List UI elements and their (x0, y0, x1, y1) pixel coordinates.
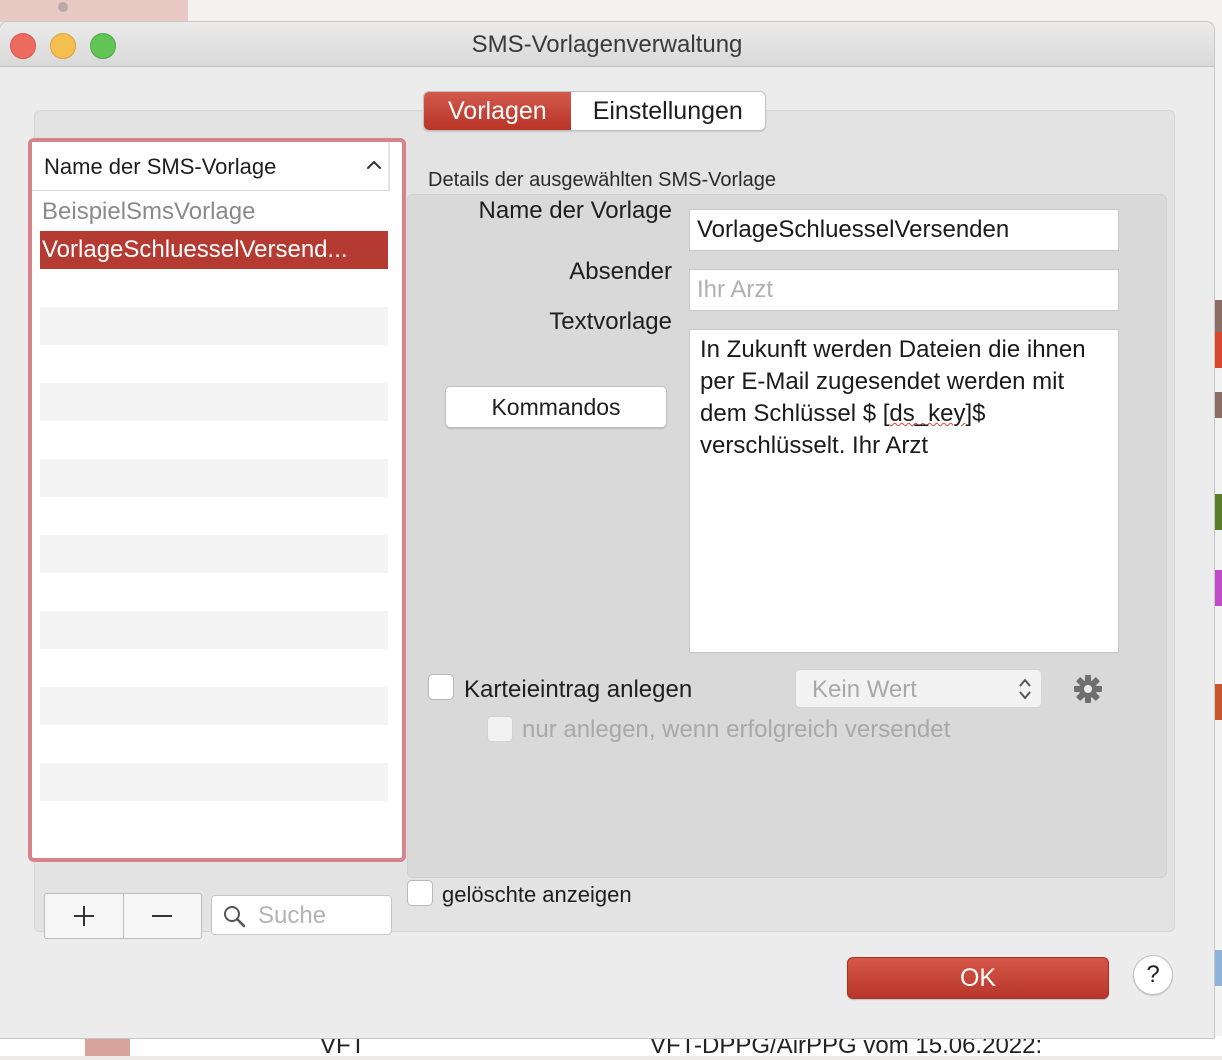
list-item[interactable]: BeispielSmsVorlage (40, 193, 388, 231)
minus-icon (152, 915, 173, 917)
empty-row (40, 725, 388, 763)
add-template-button[interactable] (45, 894, 123, 938)
plus-icon (73, 906, 94, 926)
empty-row (40, 573, 388, 611)
karteieintrag-checkbox[interactable] (428, 674, 454, 700)
tab-einstellungen[interactable]: Einstellungen (571, 92, 765, 130)
background-stripe (1214, 300, 1222, 332)
title-bar[interactable]: SMS-Vorlagenverwaltung (0, 22, 1214, 67)
background-app-bottom-chip (85, 1036, 130, 1056)
empty-row (40, 307, 388, 345)
text-template-label: Textvorlage (549, 308, 672, 335)
background-app-right-edge (1214, 22, 1222, 1056)
background-stripe (1214, 494, 1222, 530)
ok-button[interactable]: OK (847, 957, 1109, 999)
tab-vorlagen[interactable]: Vorlagen (424, 92, 571, 130)
background-stripe (1214, 392, 1222, 418)
empty-row (40, 497, 388, 535)
entry-type-select[interactable]: Kein Wert (795, 669, 1042, 708)
empty-row (40, 345, 388, 383)
empty-row (40, 687, 388, 725)
empty-row (40, 801, 388, 839)
empty-row (40, 269, 388, 307)
background-stripe (1214, 570, 1222, 606)
select-value: Kein Wert (812, 676, 917, 703)
up-down-arrows-icon (1019, 679, 1031, 699)
list-column-header[interactable]: Name der SMS-Vorlage (32, 142, 390, 191)
commands-button[interactable]: Kommandos (445, 386, 667, 428)
name-label: Name der Vorlage (478, 197, 672, 224)
remove-template-button[interactable] (122, 894, 202, 938)
search-input[interactable]: Suche (211, 895, 392, 935)
tab-control: Vorlagen Einstellungen (423, 91, 766, 131)
empty-row (40, 611, 388, 649)
background-app-chip (0, 0, 188, 22)
empty-row (40, 383, 388, 421)
template-name-field[interactable]: VorlageSchluesselVersenden (689, 209, 1119, 251)
details-caption: Details der ausgewählten SMS-Vorlage (428, 169, 776, 191)
list-rows: BeispielSmsVorlage VorlageSchluesselVers… (40, 193, 388, 839)
sender-label: Absender (569, 258, 672, 285)
dialog-window: SMS-Vorlagenverwaltung Vorlagen Einstell… (0, 22, 1214, 1038)
help-button[interactable]: ? (1133, 955, 1173, 995)
empty-row (40, 535, 388, 573)
only-success-label: nur anlegen, wenn erfolgreich versendet (522, 716, 951, 743)
empty-row (40, 649, 388, 687)
empty-row (40, 459, 388, 497)
list-item-selected[interactable]: VorlageSchluesselVersend... (40, 231, 388, 269)
empty-row (40, 763, 388, 801)
misspelled-word: ds_key (889, 400, 966, 427)
chevron-up-icon[interactable] (364, 155, 384, 175)
window-title: SMS-Vorlagenverwaltung (471, 31, 743, 58)
gear-icon[interactable] (1073, 674, 1103, 704)
background-stripe (1214, 950, 1222, 986)
column-header-label: Name der SMS-Vorlage (44, 154, 277, 179)
background-app-dot (58, 2, 68, 12)
search-icon (224, 906, 246, 928)
template-list: Name der SMS-Vorlage BeispielSmsVorlage … (28, 138, 406, 862)
add-remove-control (44, 893, 202, 939)
empty-row (40, 421, 388, 459)
text-template-area[interactable]: In Zukunft werden Dateien die ihnen per … (689, 329, 1119, 653)
background-stripe (1214, 684, 1222, 720)
show-deleted-checkbox[interactable] (407, 880, 433, 906)
only-success-checkbox[interactable] (487, 716, 513, 742)
show-deleted-label: gelöschte anzeigen (442, 882, 632, 907)
background-stripe (1214, 332, 1222, 368)
search-placeholder: Suche (258, 902, 327, 929)
sender-field[interactable]: Ihr Arzt (689, 269, 1119, 311)
karteieintrag-label: Karteieintrag anlegen (464, 676, 693, 703)
